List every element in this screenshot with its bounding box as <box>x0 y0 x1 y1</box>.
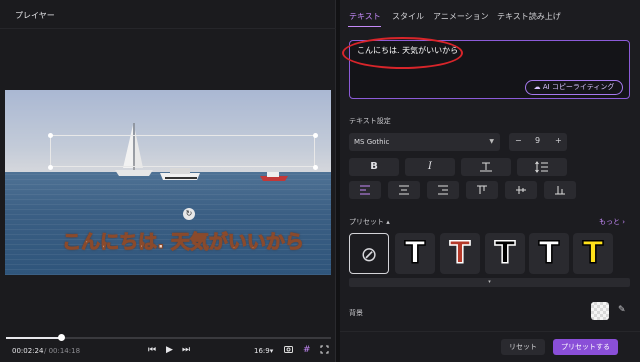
small-boat-cabin <box>267 172 279 177</box>
line-spacing-button[interactable] <box>517 158 567 176</box>
camera-icon <box>284 346 293 353</box>
footer-divider <box>340 331 640 332</box>
preset-red-white[interactable]: T <box>440 233 480 274</box>
align-center-button[interactable] <box>388 181 420 199</box>
expand-icon <box>320 345 329 354</box>
aspect-ratio-select[interactable]: 16:9▾ <box>254 347 273 355</box>
ai-copywriting-label: AI コピーライティング <box>542 83 615 91</box>
resize-handle-top-left[interactable] <box>48 133 53 138</box>
sparkle-icon: ☁ <box>533 83 543 91</box>
eyedropper-icon[interactable]: ✎ <box>618 305 626 315</box>
align-middle-icon <box>516 186 526 194</box>
align-top-icon <box>477 185 487 194</box>
text-settings-label: テキスト設定 <box>349 117 391 125</box>
reset-button[interactable]: リセット <box>501 339 545 355</box>
line-spacing-icon <box>535 161 548 173</box>
player-title: プレイヤー <box>15 11 55 20</box>
preset-yellow-black[interactable]: T <box>573 233 613 274</box>
align-top-button[interactable] <box>466 181 498 199</box>
align-middle-button[interactable] <box>505 181 537 199</box>
presets-expand-bar[interactable]: ▾ <box>349 278 630 287</box>
play-icon[interactable]: ▶ <box>166 345 173 355</box>
align-left-icon <box>360 185 370 195</box>
align-left-button[interactable] <box>349 181 381 199</box>
snapshot-icon[interactable] <box>284 345 293 355</box>
motorboat-stripe <box>165 177 197 179</box>
presets-label[interactable]: プリセット ▴ <box>349 217 390 227</box>
aspect-ratio-label: 16:9 <box>254 347 270 355</box>
resize-handle-bottom-right[interactable] <box>313 165 318 170</box>
preset-white-black[interactable]: T <box>395 233 435 274</box>
subtitle-overlay-text[interactable]: こんにちは. 天気がいいから <box>53 227 313 254</box>
player-header-divider <box>0 28 336 29</box>
char-spacing-icon <box>480 162 492 172</box>
plus-button[interactable]: + <box>555 136 562 145</box>
char-spacing-button[interactable] <box>461 158 511 176</box>
progress-knob[interactable] <box>58 334 65 341</box>
chevron-down-icon: ▼ <box>489 138 494 145</box>
progress-fill <box>6 337 61 339</box>
background-label: 背景 <box>349 309 363 317</box>
align-center-icon <box>399 185 409 195</box>
align-right-button[interactable] <box>427 181 459 199</box>
minus-button[interactable]: − <box>515 136 522 145</box>
active-tab-indicator <box>348 26 381 27</box>
tab-text-to-speech[interactable]: テキスト読み上げ <box>497 11 561 22</box>
tab-text[interactable]: テキスト <box>349 11 381 22</box>
current-time: 00:02:24 <box>12 347 44 355</box>
font-size-stepper[interactable]: − 9 + <box>509 133 567 151</box>
ai-copywriting-button[interactable]: ☁ AI コピーライティング <box>525 80 623 95</box>
font-select[interactable]: MS Gothic ▼ <box>349 133 500 151</box>
preset-black-white[interactable]: T <box>485 233 525 274</box>
chevron-down-icon: ▾ <box>269 347 274 355</box>
total-time: / 00:14:18 <box>44 347 81 355</box>
preset-white-black-2[interactable]: T <box>529 233 569 274</box>
next-frame-icon[interactable]: ⏭ <box>182 345 190 355</box>
align-right-icon <box>438 185 448 195</box>
font-name: MS Gothic <box>354 138 390 146</box>
bold-button[interactable]: B <box>349 158 399 176</box>
grid-icon[interactable]: # <box>303 345 311 355</box>
rotate-handle-icon[interactable]: ↻ <box>183 208 195 220</box>
motorboat-cabin <box>170 168 190 174</box>
tab-animation[interactable]: アニメーション <box>433 11 489 22</box>
preset-none[interactable]: ⊘ <box>349 233 389 274</box>
italic-button[interactable]: I <box>405 158 455 176</box>
resize-handle-top-right[interactable] <box>313 133 318 138</box>
align-bottom-button[interactable] <box>544 181 576 199</box>
annotation-highlight-ellipse <box>342 37 463 69</box>
font-size-value[interactable]: 9 <box>535 136 540 145</box>
save-preset-button[interactable]: プリセットする <box>553 339 618 355</box>
more-presets-link[interactable]: もっと › <box>599 217 625 227</box>
fullscreen-icon[interactable] <box>320 345 329 357</box>
subtitle-bounding-box[interactable] <box>50 135 315 167</box>
prev-frame-icon[interactable]: ⏮ <box>148 345 156 355</box>
align-bottom-icon <box>555 186 565 195</box>
sailboat-hull <box>115 170 153 176</box>
background-color-swatch[interactable] <box>591 302 609 320</box>
tab-style[interactable]: スタイル <box>392 11 424 22</box>
resize-handle-bottom-left[interactable] <box>48 165 53 170</box>
